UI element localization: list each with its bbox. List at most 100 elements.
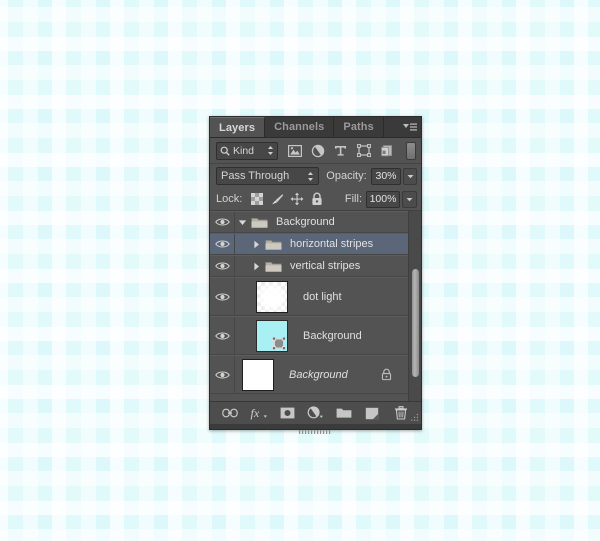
- type-t-icon: [335, 146, 346, 156]
- layer-name: vertical stripes: [290, 260, 361, 272]
- trash-icon: [394, 406, 407, 420]
- layer-locked-indicator: [374, 368, 398, 381]
- filter-bar: Kind: [210, 138, 421, 164]
- filter-pixel-layers-button[interactable]: [284, 141, 305, 161]
- new-layer-button[interactable]: [361, 403, 383, 423]
- layer-name: Background: [303, 329, 362, 342]
- eye-icon: [214, 370, 230, 379]
- folder-icon: [264, 239, 282, 250]
- group-disclosure-toggle[interactable]: [235, 218, 249, 227]
- eye-icon: [214, 331, 230, 340]
- layer-visibility-toggle[interactable]: [210, 278, 235, 315]
- filter-smart-objects-button[interactable]: [376, 141, 397, 161]
- eye-icon: [214, 292, 230, 301]
- layer-thumbnail-cell[interactable]: [249, 319, 295, 352]
- layer-list-scrollbar[interactable]: [408, 211, 421, 401]
- new-group-button[interactable]: [333, 403, 355, 423]
- filter-adjustment-layers-button[interactable]: [307, 141, 328, 161]
- table-row[interactable]: Background: [210, 316, 408, 355]
- triangle-down-icon: [238, 219, 246, 225]
- chevron-down-icon: [406, 197, 413, 201]
- new-layer-icon: [366, 407, 379, 420]
- shape-bounding-box-icon: [356, 144, 371, 157]
- tab-layers-label: Layers: [219, 121, 256, 134]
- opacity-input[interactable]: 30%: [370, 167, 402, 185]
- link-layers-button[interactable]: [219, 403, 241, 423]
- layer-visibility-toggle[interactable]: [210, 234, 235, 254]
- layer-name: Background: [276, 216, 335, 228]
- opacity-dropdown-button[interactable]: [403, 167, 417, 185]
- panel-bottom-edge: [210, 424, 421, 434]
- scrollbar-thumb[interactable]: [412, 269, 419, 377]
- filter-type-layers-button[interactable]: [330, 141, 351, 161]
- eye-icon: [214, 262, 230, 270]
- up-down-arrows-icon: [268, 146, 273, 155]
- new-fill-adjustment-button[interactable]: [304, 403, 326, 423]
- lock-position-button[interactable]: [287, 190, 307, 208]
- layer-thumbnail-cell[interactable]: [235, 358, 281, 391]
- blend-mode-select[interactable]: Pass Through: [216, 167, 320, 185]
- layer-visibility-toggle[interactable]: [210, 317, 235, 354]
- filter-kind-label: Kind: [233, 144, 255, 157]
- table-row[interactable]: vertical stripes: [210, 255, 408, 277]
- filter-shape-layers-button[interactable]: [353, 141, 374, 161]
- table-row[interactable]: dot light: [210, 277, 408, 316]
- lock-icon: [312, 192, 322, 205]
- folder-icon-cell: [250, 216, 268, 229]
- folder-open-icon: [250, 217, 268, 228]
- lock-fill-bar: Lock: Fill: 100%: [210, 188, 421, 211]
- panel-menu-button[interactable]: [399, 117, 421, 137]
- panel-tab-bar: Layers Channels Paths: [210, 117, 421, 138]
- folder-icon-cell: [264, 238, 282, 251]
- layer-list-area: Background horizontal stripes vertical s…: [210, 211, 421, 401]
- lock-label: Lock:: [216, 193, 243, 205]
- blend-mode-value: Pass Through: [221, 170, 290, 182]
- group-disclosure-toggle[interactable]: [249, 240, 263, 249]
- blend-opacity-bar: Pass Through Opacity: 30%: [210, 164, 421, 188]
- tab-layers[interactable]: Layers: [210, 117, 266, 137]
- layer-name: dot light: [303, 290, 342, 303]
- lock-transparent-pixels-button[interactable]: [247, 190, 267, 208]
- adjustment-circle-icon: [311, 144, 324, 157]
- lock-image-pixels-button[interactable]: [267, 190, 287, 208]
- image-icon: [287, 144, 302, 157]
- delete-layer-button[interactable]: [390, 403, 412, 423]
- up-down-arrows-icon: [308, 171, 314, 181]
- panel-resize-grip[interactable]: [410, 413, 419, 422]
- layer-visibility-toggle[interactable]: [210, 356, 235, 393]
- layer-list[interactable]: Background horizontal stripes vertical s…: [210, 211, 408, 401]
- tab-paths-label: Paths: [343, 121, 374, 133]
- filter-kind-select[interactable]: Kind: [216, 141, 278, 160]
- tab-paths[interactable]: Paths: [334, 117, 384, 137]
- layer-name: Background: [289, 368, 348, 381]
- filter-type-buttons: [284, 141, 406, 161]
- layer-style-button[interactable]: fx: [248, 403, 270, 423]
- lock-all-button[interactable]: [307, 190, 327, 208]
- move-arrows-icon: [290, 192, 304, 206]
- mask-icon: [280, 407, 294, 419]
- table-row[interactable]: Background: [210, 355, 408, 394]
- tab-channels-label: Channels: [274, 121, 325, 133]
- fill-label: Fill:: [344, 193, 362, 205]
- layers-panel: Layers Channels Paths Kind Pass Through …: [209, 116, 422, 434]
- add-layer-mask-button[interactable]: [276, 403, 298, 423]
- checkerboard-icon: [251, 193, 264, 205]
- fill-dropdown-button[interactable]: [402, 190, 417, 208]
- group-disclosure-toggle[interactable]: [249, 262, 263, 271]
- panel-drag-grip[interactable]: [298, 430, 333, 434]
- layer-thumbnail: [242, 358, 274, 391]
- layer-visibility-toggle[interactable]: [210, 256, 235, 276]
- filter-enable-toggle[interactable]: [406, 141, 416, 160]
- chevron-down-icon: [407, 174, 414, 178]
- table-row[interactable]: horizontal stripes: [210, 233, 408, 255]
- layer-thumbnail: [256, 280, 288, 313]
- layer-thumbnail-cell[interactable]: [249, 280, 295, 313]
- tab-channels[interactable]: Channels: [265, 117, 335, 137]
- layer-thumbnail: [256, 319, 288, 352]
- opacity-value: 30%: [375, 170, 397, 182]
- fill-input[interactable]: 100%: [366, 190, 400, 208]
- table-row[interactable]: Background: [210, 211, 408, 233]
- triangle-right-icon: [253, 240, 259, 248]
- layer-visibility-toggle[interactable]: [210, 212, 235, 232]
- fill-value: 100%: [369, 193, 397, 205]
